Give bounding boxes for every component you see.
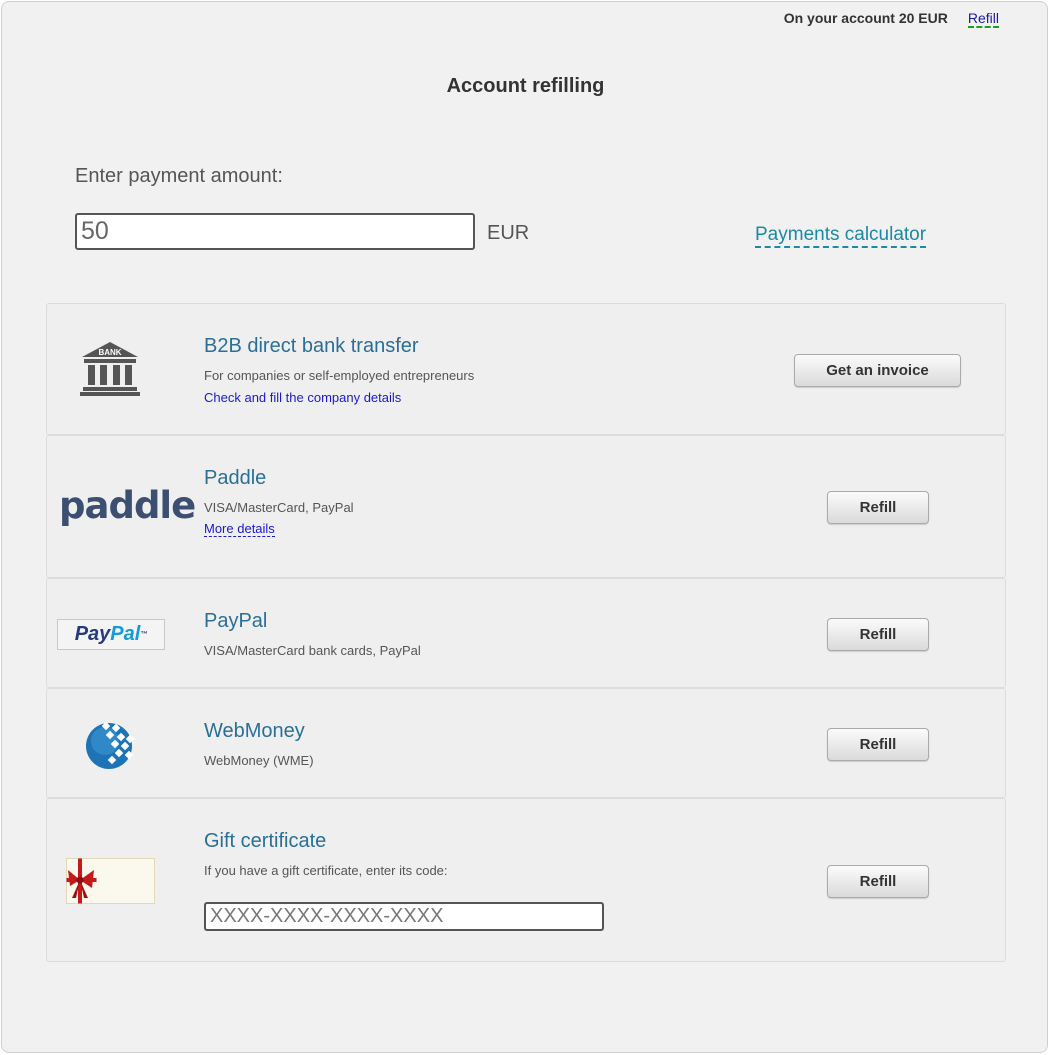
method-bank-transfer: BANK B2B direct bank transfer For compan… bbox=[46, 303, 1006, 435]
method-name: WebMoney bbox=[204, 720, 305, 742]
amount-label: Enter payment amount: bbox=[75, 165, 283, 187]
amount-input[interactable] bbox=[75, 213, 475, 250]
method-name: Paddle bbox=[204, 467, 267, 489]
more-details-link[interactable]: More details bbox=[204, 522, 275, 537]
gift-refill-button[interactable]: Refill bbox=[827, 865, 929, 898]
webmoney-globe-icon bbox=[85, 719, 137, 776]
method-name: PayPal bbox=[204, 610, 268, 632]
paddle-logo: paddle bbox=[59, 484, 196, 527]
currency-label: EUR bbox=[487, 222, 530, 244]
method-description: VISA/MasterCard bank cards, PayPal bbox=[204, 643, 421, 658]
top-refill-link[interactable]: Refill bbox=[967, 10, 999, 28]
get-invoice-button[interactable]: Get an invoice bbox=[794, 354, 961, 387]
account-balance: On your account 20 EUR bbox=[783, 10, 948, 26]
method-name: Gift certificate bbox=[204, 830, 327, 852]
paypal-logo: PayPal™ bbox=[57, 619, 165, 650]
svg-text:BANK: BANK bbox=[98, 348, 121, 357]
paddle-refill-button[interactable]: Refill bbox=[827, 491, 929, 524]
company-details-link[interactable]: Check and fill the company details bbox=[204, 390, 401, 405]
gift-code-input[interactable] bbox=[204, 902, 604, 931]
refill-panel: On your account 20 EUR Refill Account re… bbox=[1, 1, 1048, 1053]
method-description: For companies or self-employed entrepren… bbox=[204, 368, 475, 383]
bank-icon: BANK bbox=[79, 341, 141, 402]
method-gift-certificate: Gift certificate If you have a gift cert… bbox=[46, 798, 1006, 962]
method-description: VISA/MasterCard, PayPal bbox=[204, 500, 354, 515]
method-paddle: paddle Paddle VISA/MasterCard, PayPal Mo… bbox=[46, 435, 1006, 578]
method-description: If you have a gift certificate, enter it… bbox=[204, 863, 448, 878]
payments-calculator-link[interactable]: Payments calculator bbox=[755, 224, 927, 248]
account-bar: On your account 20 EUR Refill bbox=[784, 10, 999, 28]
paypal-refill-button[interactable]: Refill bbox=[827, 618, 929, 651]
gift-certificate-icon bbox=[66, 858, 155, 909]
method-name: B2B direct bank transfer bbox=[204, 335, 419, 357]
method-description: WebMoney (WME) bbox=[204, 753, 314, 768]
webmoney-refill-button[interactable]: Refill bbox=[827, 728, 929, 761]
page-title: Account refilling bbox=[446, 75, 605, 97]
method-webmoney: WebMoney WebMoney (WME) Refill bbox=[46, 688, 1006, 798]
method-paypal: PayPal™ PayPal VISA/MasterCard bank card… bbox=[46, 578, 1006, 688]
